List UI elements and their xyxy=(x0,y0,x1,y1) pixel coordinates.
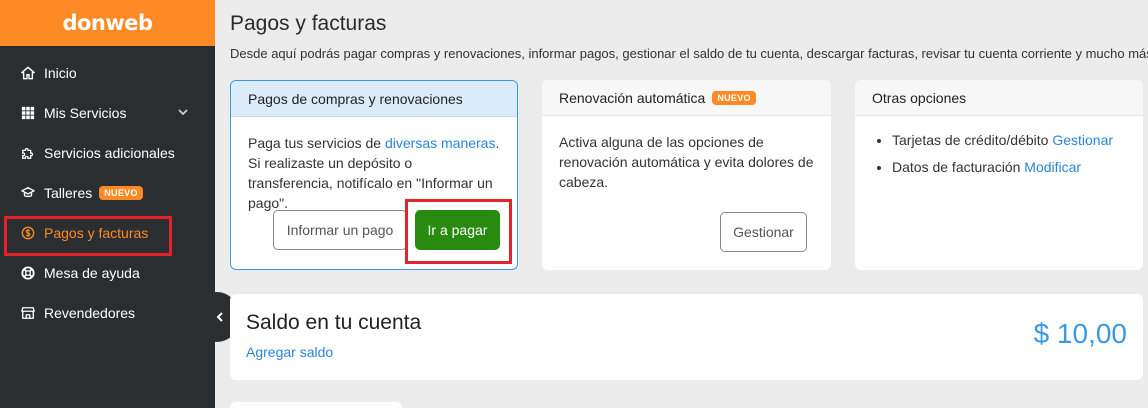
brand-logo[interactable]: donweb xyxy=(62,11,153,35)
credit-cards-label: Tarjetas de crédito/débito xyxy=(892,132,1053,148)
payments-text-start: Paga tus servicios de xyxy=(248,135,385,151)
sidebar-item-label: Pagos y facturas xyxy=(44,225,149,241)
sidebar-nav: Inicio Mis Servicios Servicios adicional… xyxy=(0,53,215,333)
sidebar-item-label: Servicios adicionales xyxy=(44,145,175,161)
payments-card-title: Pagos de compras y renovaciones xyxy=(231,81,517,117)
manage-renewal-button[interactable]: Gestionar xyxy=(720,212,807,252)
sidebar-item-label: Mis Servicios xyxy=(44,105,127,121)
lifebuoy-icon xyxy=(20,265,36,281)
report-payment-button[interactable]: Informar un pago xyxy=(273,210,407,250)
page-description: Desde aquí podrás pagar compras y renova… xyxy=(230,46,1148,61)
sidebar-item-mesa-de-ayuda[interactable]: Mesa de ayuda xyxy=(0,253,215,293)
next-card-partial xyxy=(230,402,402,408)
modify-billing-link[interactable]: Modificar xyxy=(1024,159,1081,175)
sidebar-item-pagos-y-facturas[interactable]: Pagos y facturas xyxy=(0,213,215,256)
auto-renewal-header: Renovación automática NUEVO xyxy=(542,80,831,116)
puzzle-icon xyxy=(20,145,36,161)
auto-renewal-text: Activa alguna de las opciones de renovac… xyxy=(559,134,814,190)
manage-cards-link[interactable]: Gestionar xyxy=(1052,132,1113,148)
sidebar-item-inicio[interactable]: Inicio xyxy=(0,53,215,93)
sidebar-item-label: Mesa de ayuda xyxy=(44,265,140,281)
home-icon xyxy=(20,65,36,81)
sidebar-item-label: Talleres xyxy=(44,185,93,201)
auto-renewal-title: Renovación automática xyxy=(559,89,706,106)
logo-bar: donweb xyxy=(0,0,215,46)
balance-card: Saldo en tu cuenta Agregar saldo $ 10,00 xyxy=(230,294,1143,380)
chevron-left-icon xyxy=(216,312,223,322)
balance-title: Saldo en tu cuenta xyxy=(246,311,422,334)
list-item: Datos de facturación Modificar xyxy=(892,157,1126,177)
balance-amount: $ 10,00 xyxy=(1033,318,1127,349)
store-icon xyxy=(20,305,36,321)
graduation-cap-icon xyxy=(20,185,36,201)
billing-data-label: Datos de facturación xyxy=(892,159,1025,175)
page-title: Pagos y facturas xyxy=(230,12,387,35)
add-balance-link[interactable]: Agregar saldo xyxy=(246,344,333,360)
sidebar-item-label: Inicio xyxy=(44,65,77,81)
list-item: Tarjetas de crédito/débito Gestionar xyxy=(892,130,1126,150)
sidebar-item-servicios-adicionales[interactable]: Servicios adicionales xyxy=(0,133,215,173)
other-options-card: Otras opciones Tarjetas de crédito/débit… xyxy=(855,80,1143,270)
other-options-body: Tarjetas de crédito/débito Gestionar Dat… xyxy=(855,116,1143,200)
other-options-list: Tarjetas de crédito/débito Gestionar Dat… xyxy=(872,130,1126,177)
chevron-down-icon[interactable] xyxy=(177,106,189,118)
sidebar-item-revendedores[interactable]: Revendedores xyxy=(0,293,215,333)
payment-methods-link[interactable]: diversas maneras xyxy=(385,135,496,151)
dollar-circle-icon xyxy=(20,225,36,241)
new-badge: NUEVO xyxy=(99,186,143,200)
go-to-pay-button[interactable]: Ir a pagar xyxy=(415,210,500,250)
new-badge: NUEVO xyxy=(712,90,756,105)
other-options-title: Otras opciones xyxy=(855,80,1143,116)
sidebar-item-label: Revendedores xyxy=(44,305,136,321)
grid-icon xyxy=(20,105,36,121)
sidebar-item-mis-servicios[interactable]: Mis Servicios xyxy=(0,93,215,133)
sidebar: donweb Inicio Mis Servicios Servicios ad… xyxy=(0,0,215,408)
sidebar-item-talleres[interactable]: Talleres NUEVO xyxy=(0,173,215,213)
